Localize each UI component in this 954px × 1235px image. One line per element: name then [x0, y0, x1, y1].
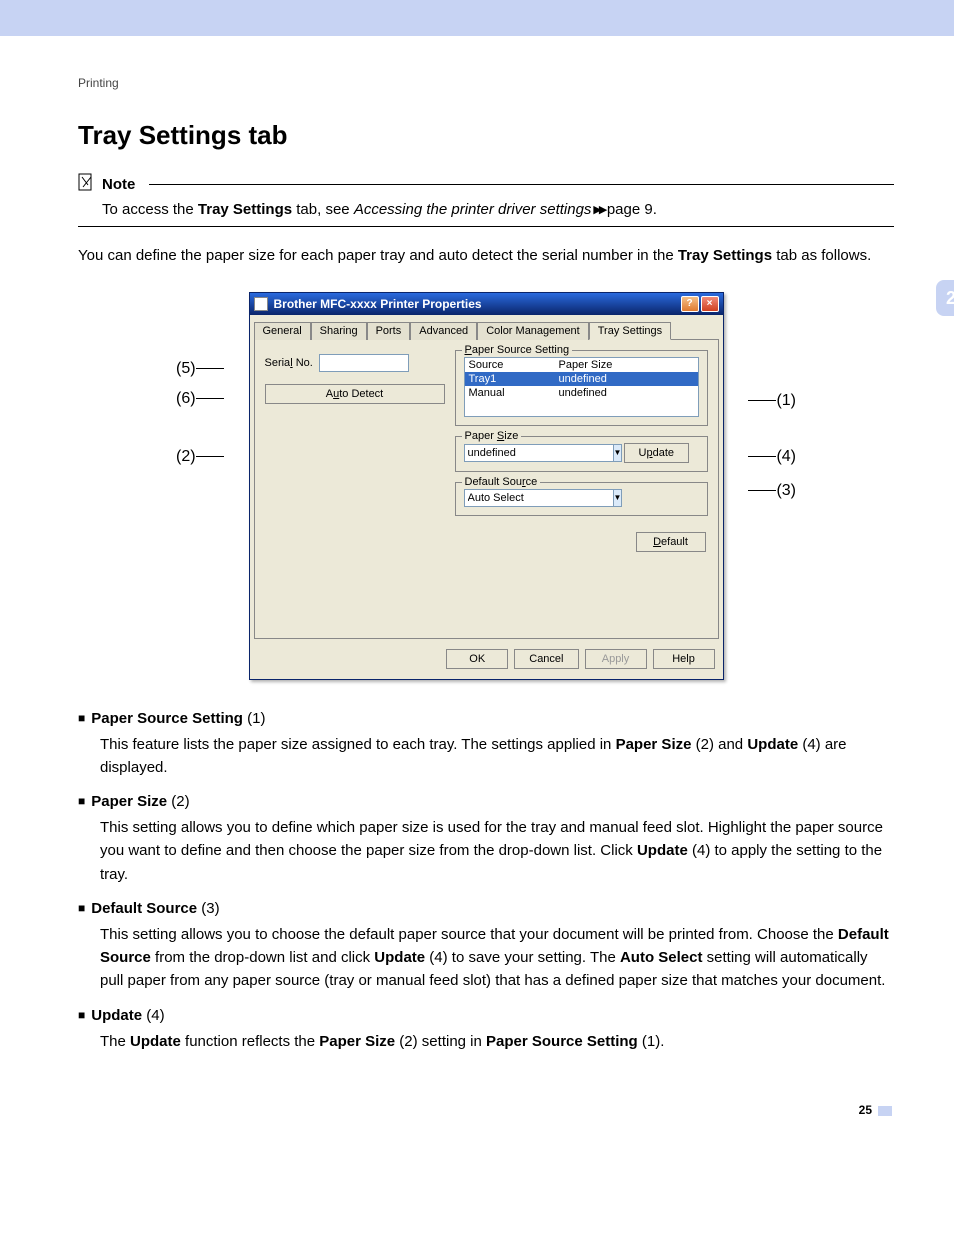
dialog-title: Brother MFC-xxxx Printer Properties	[274, 297, 482, 311]
note-box: Note To access the Tray Settings tab, se…	[78, 173, 894, 227]
dialog-titlebar[interactable]: Brother MFC-xxxx Printer Properties ? ×	[250, 293, 723, 315]
paper-size-group: Paper Size ▼ Update	[455, 436, 708, 472]
paper-size-combo[interactable]: ▼	[464, 444, 594, 462]
help-dialog-button[interactable]: Help	[653, 649, 715, 669]
tab-color-management[interactable]: Color Management	[477, 322, 589, 340]
desc-paper-size: ■Paper Size (2) This setting allows you …	[78, 793, 894, 886]
paper-source-list[interactable]: SourcePaper Size Tray1undefined Manualun…	[464, 357, 699, 417]
note-icon	[78, 173, 96, 195]
page-title: Tray Settings tab	[78, 120, 894, 151]
note-text: To access the Tray Settings tab, see Acc…	[78, 195, 894, 227]
ok-button[interactable]: OK	[446, 649, 508, 669]
help-button[interactable]: ?	[681, 296, 699, 312]
section-breadcrumb: Printing	[78, 76, 894, 90]
default-button[interactable]: Default	[636, 532, 706, 552]
close-button[interactable]: ×	[701, 296, 719, 312]
chapter-thumb: 2	[936, 280, 954, 316]
callout-2: (2)	[176, 448, 224, 466]
cancel-button[interactable]: Cancel	[514, 649, 578, 669]
default-source-combo[interactable]: ▼	[464, 489, 594, 507]
tab-ports[interactable]: Ports	[367, 322, 411, 340]
note-label: Note	[102, 176, 135, 193]
desc-default-source: ■Default Source (3) This setting allows …	[78, 900, 894, 993]
tab-general[interactable]: General	[254, 322, 311, 340]
desc-paper-source-setting: ■Paper Source Setting (1) This feature l…	[78, 710, 894, 780]
auto-detect-button[interactable]: Auto Detect	[265, 384, 445, 404]
printer-icon	[254, 297, 268, 311]
default-source-group: Default Source ▼	[455, 482, 708, 516]
printer-properties-dialog: Brother MFC-xxxx Printer Properties ? × …	[249, 292, 724, 680]
default-source-value[interactable]	[464, 489, 614, 507]
tab-advanced[interactable]: Advanced	[410, 322, 477, 340]
tab-tray-settings[interactable]: Tray Settings	[589, 322, 671, 340]
desc-update: ■Update (4) The Update function reflects…	[78, 1007, 894, 1053]
page-number: 25	[78, 1103, 894, 1117]
paper-size-value[interactable]	[464, 444, 614, 462]
chevron-down-icon[interactable]: ▼	[614, 444, 623, 462]
callout-3: (3)	[748, 482, 796, 500]
tab-panel: Serial No. Auto Detect Paper Source Sett…	[254, 339, 719, 639]
chevron-down-icon[interactable]: ▼	[614, 489, 623, 507]
tab-sharing[interactable]: Sharing	[311, 322, 367, 340]
list-row-tray1[interactable]: Tray1undefined	[465, 372, 698, 386]
screenshot-wrap: (5) (6) (2) (1) (4) (3) Brother MFC-xxxx…	[206, 292, 766, 680]
callout-6: (6)	[176, 390, 224, 408]
serial-input[interactable]	[319, 354, 409, 372]
dialog-button-row: OK Cancel Apply Help	[250, 643, 723, 679]
list-row-manual[interactable]: Manualundefined	[465, 386, 698, 400]
apply-button[interactable]: Apply	[585, 649, 647, 669]
tab-strip: General Sharing Ports Advanced Color Man…	[250, 315, 723, 339]
intro-text: You can define the paper size for each p…	[78, 245, 894, 268]
callout-4: (4)	[748, 448, 796, 466]
serial-label: Serial No.	[265, 357, 313, 369]
update-button[interactable]: Update	[624, 443, 690, 463]
header-band	[0, 0, 954, 36]
callout-1: (1)	[748, 392, 796, 410]
paper-source-setting-group: Paper Source Setting SourcePaper Size Tr…	[455, 350, 708, 426]
callout-5: (5)	[176, 360, 224, 378]
